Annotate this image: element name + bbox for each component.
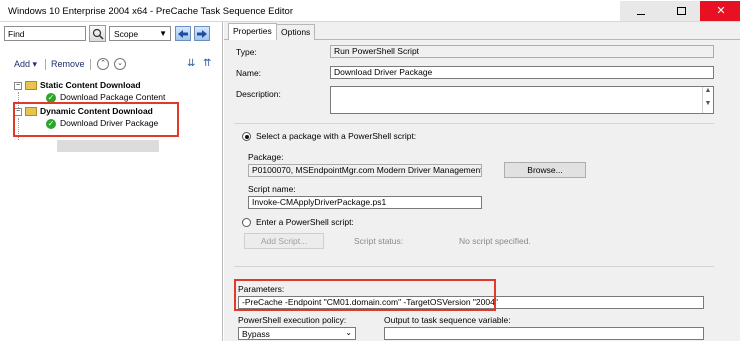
script-name-field[interactable]: Invoke-CMApplyDriverPackage.ps1 — [248, 196, 482, 209]
chevron-down-icon: ▼ — [159, 29, 167, 38]
select-package-radio[interactable] — [242, 132, 251, 141]
minimize-icon — [637, 13, 645, 15]
move-up-button[interactable]: ⌃ — [97, 58, 109, 70]
maximize-button[interactable] — [660, 1, 702, 21]
selected-row-highlight — [57, 140, 159, 152]
collapse-toggle-icon[interactable]: − — [14, 82, 22, 90]
type-field: Run PowerShell Script — [330, 45, 714, 58]
task-sequence-tree-pane: Scope ▼ Add ▾ Remove ⌃ ⌄ ⇊ ⇈ − Static Co… — [0, 22, 223, 341]
tree-group-static-content[interactable]: − Static Content Download — [0, 80, 223, 92]
tree-group-label: Static Content Download — [40, 80, 141, 90]
annotation-highlight-box — [234, 279, 496, 311]
expand-all-icon[interactable]: ⇊ — [187, 58, 199, 70]
script-status-label: Script status: — [354, 236, 404, 246]
chevron-down-icon: ⌄ — [345, 328, 352, 337]
find-button[interactable] — [89, 25, 106, 42]
move-down-button[interactable]: ⌄ — [114, 58, 126, 70]
description-field[interactable]: ▲ ▼ — [330, 86, 714, 114]
scroll-up-icon[interactable]: ▲ — [702, 87, 713, 100]
script-status-value: No script specified. — [459, 236, 531, 246]
enter-script-label: Enter a PowerShell script: — [256, 217, 354, 227]
toolbar-divider — [45, 59, 46, 70]
window-title: Windows 10 Enterprise 2004 x64 - PreCach… — [8, 6, 293, 17]
collapse-all-icon[interactable]: ⇈ — [203, 58, 215, 70]
previous-button[interactable] — [175, 26, 191, 41]
next-button[interactable] — [194, 26, 210, 41]
section-divider — [234, 123, 714, 124]
output-variable-field[interactable] — [384, 327, 704, 340]
enter-script-radio[interactable] — [242, 218, 251, 227]
type-label: Type: — [236, 47, 257, 57]
output-variable-label: Output to task sequence variable: — [384, 315, 511, 325]
properties-pane: Properties Options Type: Run PowerShell … — [224, 22, 740, 341]
tab-strip: Properties Options — [224, 22, 740, 41]
name-label: Name: — [236, 68, 262, 78]
section-divider — [234, 266, 714, 267]
tab-properties[interactable]: Properties — [228, 23, 277, 41]
arrow-left-icon — [178, 29, 188, 38]
scope-dropdown[interactable]: Scope ▼ — [109, 26, 171, 41]
tab-options[interactable]: Options — [276, 24, 316, 40]
close-icon: ✕ — [716, 4, 726, 17]
scroll-down-icon[interactable]: ▼ — [702, 100, 713, 113]
title-bar: Windows 10 Enterprise 2004 x64 - PreCach… — [0, 0, 740, 22]
name-field[interactable]: Download Driver Package — [330, 66, 714, 79]
execution-policy-dropdown[interactable]: Bypass ⌄ — [238, 327, 356, 340]
properties-panel: Type: Run PowerShell Script Name: Downlo… — [224, 40, 740, 341]
close-button[interactable]: ✕ — [700, 1, 740, 21]
package-field: P0100070, MSEndpointMgr.com Modern Drive… — [248, 164, 482, 177]
add-label: Add — [14, 59, 31, 69]
find-input[interactable] — [4, 26, 86, 41]
search-icon — [92, 28, 104, 40]
add-script-button[interactable]: Add Script... — [244, 233, 324, 249]
execution-policy-label: PowerShell execution policy: — [238, 315, 347, 325]
arrow-right-icon — [197, 29, 207, 38]
minimize-button[interactable] — [620, 1, 662, 21]
maximize-icon — [676, 7, 686, 15]
script-name-label: Script name: — [248, 184, 296, 194]
description-label: Description: — [236, 89, 281, 99]
annotation-highlight-box — [13, 102, 179, 137]
folder-icon — [25, 81, 37, 90]
tree-item-label: Download Package Content — [60, 92, 166, 102]
add-menu-button[interactable]: Add ▾ — [14, 59, 37, 70]
tree-toolbar: Add ▾ Remove ⌃ ⌄ ⇊ ⇈ — [0, 54, 223, 74]
scope-label: Scope — [114, 29, 139, 39]
toolbar-divider — [90, 59, 91, 70]
select-package-label: Select a package with a PowerShell scrip… — [256, 131, 417, 141]
remove-button[interactable]: Remove — [51, 59, 85, 69]
execution-policy-value: Bypass — [242, 329, 270, 339]
package-label: Package: — [248, 152, 284, 162]
browse-button[interactable]: Browse... — [504, 162, 586, 178]
